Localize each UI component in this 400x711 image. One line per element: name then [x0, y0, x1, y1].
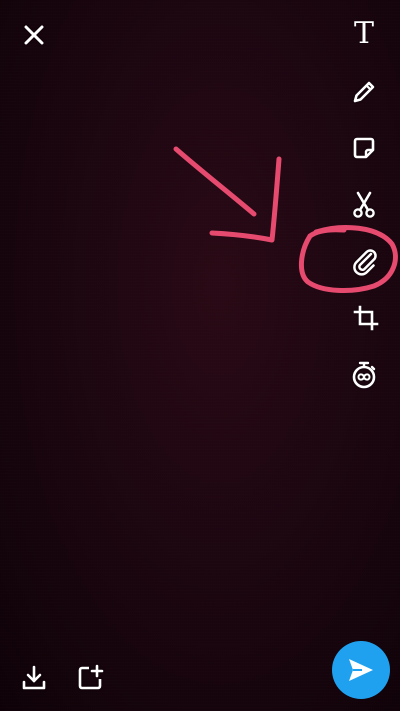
scissors-icon [353, 191, 375, 218]
close-icon [24, 25, 44, 45]
attachment-tool-button[interactable] [344, 241, 384, 281]
add-to-story-button[interactable] [70, 658, 110, 698]
crop-tool-button[interactable] [346, 298, 386, 338]
timer-icon [352, 361, 376, 389]
text-tool-button[interactable]: T [344, 14, 384, 54]
photo-noise [0, 0, 400, 711]
send-arrow-icon [349, 659, 373, 681]
crop-icon [353, 305, 379, 331]
timer-tool-button[interactable] [344, 355, 384, 395]
save-button[interactable] [14, 658, 54, 698]
download-icon [22, 665, 46, 690]
drawn-annotation [173, 146, 398, 294]
draw-tool-button[interactable] [344, 72, 384, 112]
add-to-story-icon [78, 664, 104, 690]
sticker-icon [353, 137, 375, 159]
drawn-arrow-shaft [173, 146, 257, 217]
drawn-arrow-head [209, 156, 282, 243]
snap-editor-screen: T [0, 0, 400, 711]
sticker-tool-button[interactable] [344, 128, 384, 168]
pencil-icon [353, 81, 375, 103]
send-button[interactable] [332, 641, 390, 699]
text-icon: T [353, 16, 374, 51]
scissors-tool-button[interactable] [344, 185, 384, 225]
close-button[interactable] [14, 15, 54, 55]
paperclip-icon [353, 249, 377, 276]
